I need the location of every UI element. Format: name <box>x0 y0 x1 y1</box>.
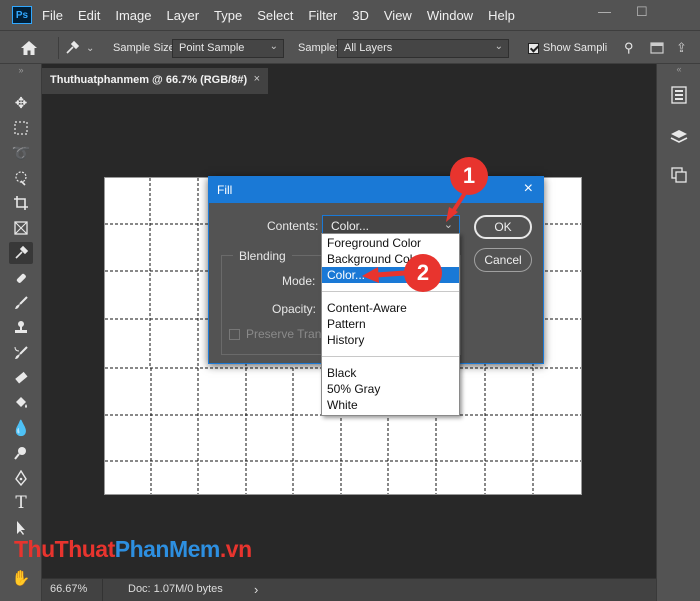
watermark-part2: PhanMem <box>114 536 221 562</box>
step-badge-two: 2 <box>404 254 442 292</box>
site-watermark: ThuThuatPhanMem.vn <box>14 536 252 563</box>
watermark-part3: .vn <box>219 536 252 562</box>
arrow-two-head <box>362 267 379 283</box>
arrow-two-shaft <box>375 270 406 278</box>
step-badge-one: 1 <box>450 157 488 195</box>
watermark-part1: ThuThuat <box>14 536 115 562</box>
annotation-arrows <box>362 191 467 283</box>
